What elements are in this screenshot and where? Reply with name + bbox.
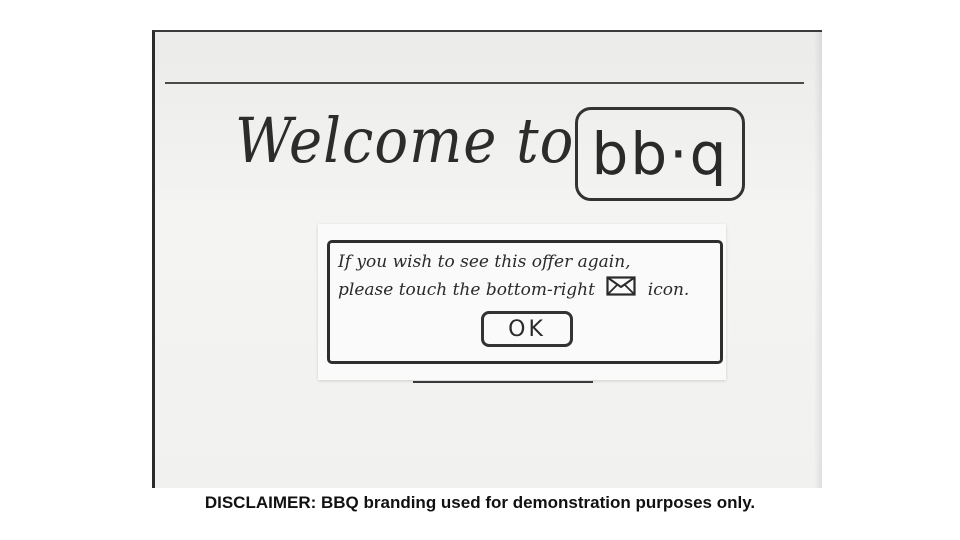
ok-button[interactable]: OK	[481, 311, 573, 347]
disclaimer-text: DISCLAIMER: BBQ branding used for demons…	[204, 493, 756, 512]
dialog-message-line-2: please touch the bottom-right icon.	[338, 276, 712, 305]
envelope-icon	[606, 276, 636, 305]
photo-edge-shadow	[814, 32, 822, 488]
dialog-message-line-2-end: icon.	[647, 280, 690, 300]
sketch-photo: Welcome to bb·q If you wish to see this …	[152, 30, 822, 488]
stray-pen-stroke	[413, 381, 593, 383]
dialog-message-line-1: If you wish to see this offer again,	[338, 252, 631, 272]
dialog-message-line-2-start: please touch the bottom-right	[338, 280, 595, 300]
header-divider	[165, 82, 804, 84]
welcome-header: Welcome to bb·q	[235, 92, 795, 201]
bbq-logo-text: bb·q	[591, 120, 729, 188]
offer-dialog: If you wish to see this offer again, ple…	[327, 240, 723, 364]
welcome-text: Welcome to	[235, 105, 575, 178]
slide: Welcome to bb·q If you wish to see this …	[0, 0, 960, 540]
bbq-logo: bb·q	[575, 107, 745, 201]
